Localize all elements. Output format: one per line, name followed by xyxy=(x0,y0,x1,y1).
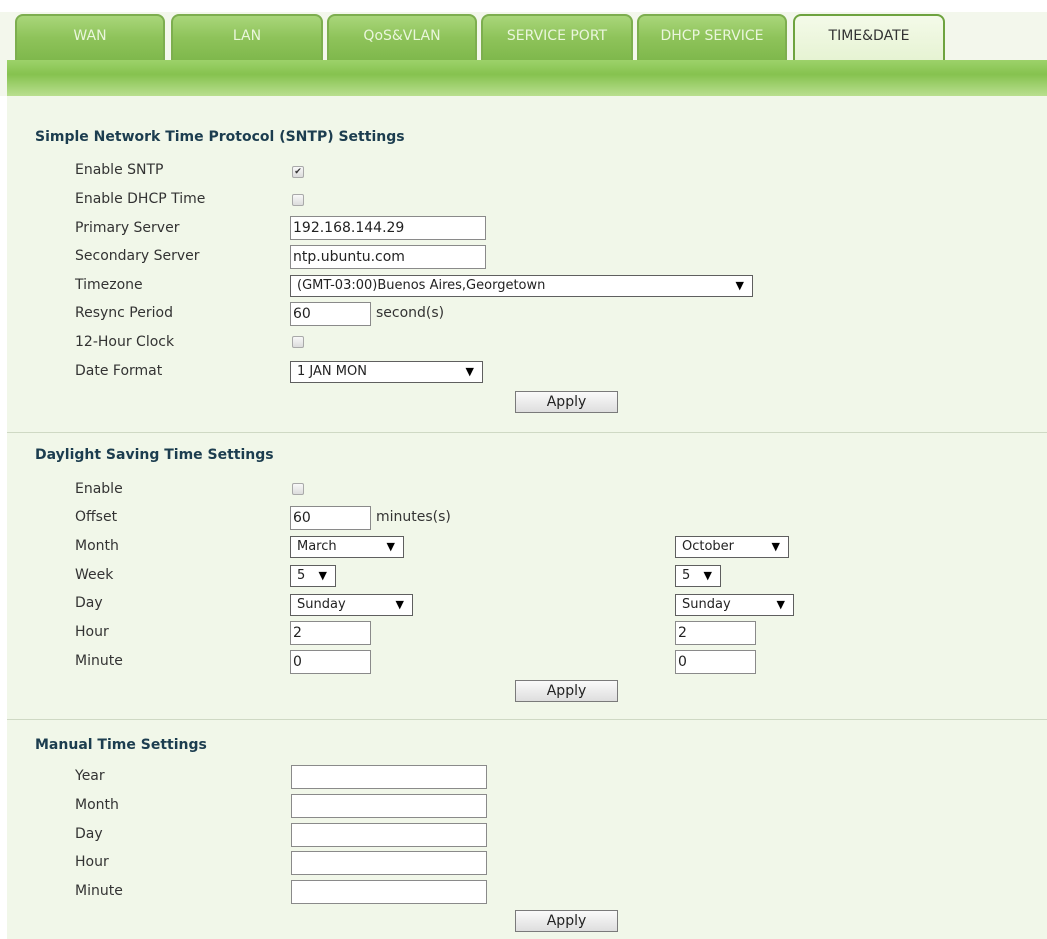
dst-start-day-select[interactable]: Sunday ▼ xyxy=(290,594,413,616)
date-format-value: 1 JAN MON xyxy=(297,364,367,379)
dst-start-hour-input[interactable]: 2 xyxy=(290,621,371,645)
dst-enable-label: Enable xyxy=(75,481,123,497)
manual-hour-label: Hour xyxy=(75,854,109,870)
section-divider xyxy=(7,719,1047,720)
manual-year-label: Year xyxy=(75,768,105,784)
manual-minute-input[interactable] xyxy=(291,880,487,904)
manual-year-input[interactable] xyxy=(291,765,487,789)
date-format-label: Date Format xyxy=(75,363,163,379)
manual-month-label: Month xyxy=(75,797,119,813)
dst-end-day-value: Sunday xyxy=(682,597,731,612)
twelve-hour-clock-checkbox[interactable] xyxy=(292,336,304,348)
dst-end-day-select[interactable]: Sunday ▼ xyxy=(675,594,794,616)
primary-server-input[interactable]: 192.168.144.29 xyxy=(290,216,486,240)
primary-server-label: Primary Server xyxy=(75,220,180,236)
timezone-label: Timezone xyxy=(75,277,143,293)
dst-end-minute-input[interactable]: 0 xyxy=(675,650,756,674)
offset-unit-label: minutes(s) xyxy=(376,509,451,525)
offset-label: Offset xyxy=(75,509,118,525)
section-divider xyxy=(7,432,1047,433)
dst-minute-label: Minute xyxy=(75,653,123,669)
dst-end-month-value: October xyxy=(682,539,735,554)
dst-month-label: Month xyxy=(75,538,119,554)
dst-start-month-value: March xyxy=(297,539,337,554)
triangle-down-icon: ▼ xyxy=(735,279,744,292)
dst-start-day-value: Sunday xyxy=(297,597,346,612)
tab-dhcp-service[interactable]: DHCP SERVICE xyxy=(637,14,787,60)
manual-section-title: Manual Time Settings xyxy=(35,737,207,753)
timezone-value: (GMT-03:00)Buenos Aires,Georgetown xyxy=(297,278,546,293)
manual-day-label: Day xyxy=(75,826,103,842)
tab-qos-vlan[interactable]: QoS&VLAN xyxy=(327,14,477,60)
tab-service-port[interactable]: SERVICE PORT xyxy=(481,14,633,60)
dst-start-week-select[interactable]: 5 ▼ xyxy=(290,565,336,587)
triangle-down-icon: ▼ xyxy=(395,598,404,611)
dst-day-label: Day xyxy=(75,595,103,611)
enable-sntp-label: Enable SNTP xyxy=(75,162,164,178)
dst-end-week-select[interactable]: 5 ▼ xyxy=(675,565,721,587)
date-format-select[interactable]: 1 JAN MON ▼ xyxy=(290,361,483,383)
triangle-down-icon: ▼ xyxy=(771,540,780,553)
triangle-down-icon: ▼ xyxy=(703,569,712,582)
dst-end-hour-input[interactable]: 2 xyxy=(675,621,756,645)
enable-dhcp-time-checkbox[interactable] xyxy=(292,194,304,206)
dst-hour-label: Hour xyxy=(75,624,109,640)
sntp-apply-button[interactable]: Apply xyxy=(515,391,618,413)
checkmark-icon: ✔ xyxy=(294,167,302,177)
tab-lan[interactable]: LAN xyxy=(171,14,323,60)
triangle-down-icon: ▼ xyxy=(386,540,395,553)
dst-start-minute-input[interactable]: 0 xyxy=(290,650,371,674)
tab-band xyxy=(7,60,1047,96)
manual-month-input[interactable] xyxy=(291,794,487,818)
tab-wan[interactable]: WAN xyxy=(15,14,165,60)
dst-start-month-select[interactable]: March ▼ xyxy=(290,536,404,558)
triangle-down-icon: ▼ xyxy=(318,569,327,582)
dst-enable-checkbox[interactable] xyxy=(292,483,304,495)
resync-period-input[interactable]: 60 xyxy=(290,302,371,326)
enable-sntp-checkbox[interactable]: ✔ xyxy=(292,166,304,178)
dst-section-title: Daylight Saving Time Settings xyxy=(35,447,274,463)
secondary-server-label: Secondary Server xyxy=(75,248,200,264)
tab-time-date[interactable]: TIME&DATE xyxy=(793,14,945,60)
manual-minute-label: Minute xyxy=(75,883,123,899)
twelve-hour-clock-label: 12-Hour Clock xyxy=(75,334,175,350)
triangle-down-icon: ▼ xyxy=(465,365,474,378)
offset-input[interactable]: 60 xyxy=(290,506,371,530)
secondary-server-input[interactable]: ntp.ubuntu.com xyxy=(290,245,486,269)
manual-day-input[interactable] xyxy=(291,823,487,847)
manual-hour-input[interactable] xyxy=(291,851,487,875)
dst-apply-button[interactable]: Apply xyxy=(515,680,618,702)
dst-end-month-select[interactable]: October ▼ xyxy=(675,536,789,558)
dst-week-label: Week xyxy=(75,567,114,583)
sntp-section-title: Simple Network Time Protocol (SNTP) Sett… xyxy=(35,129,405,145)
manual-apply-button[interactable]: Apply xyxy=(515,910,618,932)
timezone-select[interactable]: (GMT-03:00)Buenos Aires,Georgetown ▼ xyxy=(290,275,753,297)
triangle-down-icon: ▼ xyxy=(776,598,785,611)
dst-end-week-value: 5 xyxy=(682,568,691,583)
dst-start-week-value: 5 xyxy=(297,568,306,583)
enable-dhcp-time-label: Enable DHCP Time xyxy=(75,191,206,207)
resync-period-label: Resync Period xyxy=(75,305,173,321)
resync-unit-label: second(s) xyxy=(376,305,445,321)
